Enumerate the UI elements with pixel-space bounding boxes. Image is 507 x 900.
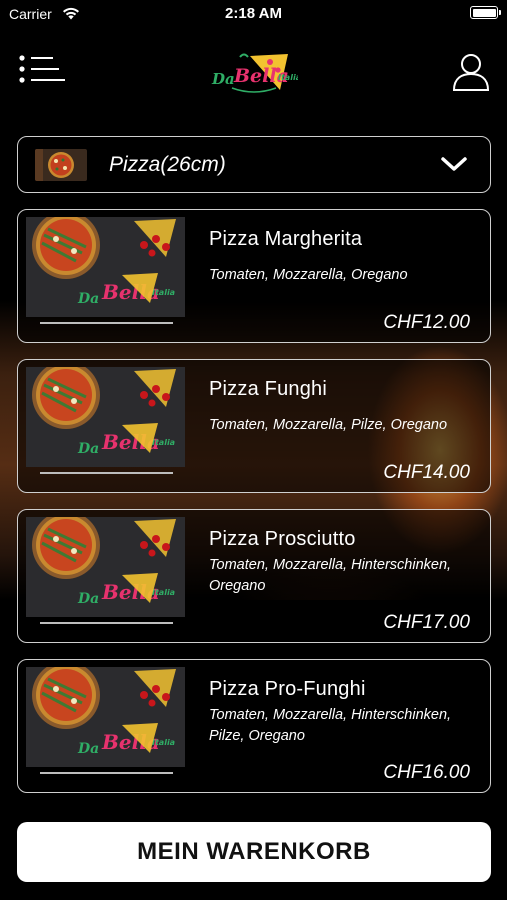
product-card[interactable]: Da Bella Italia Pizza Funghi Tomaten, Mo… bbox=[17, 359, 491, 493]
svg-text:Da: Da bbox=[77, 441, 99, 457]
user-icon[interactable] bbox=[452, 52, 490, 92]
svg-text:Da: Da bbox=[77, 291, 99, 307]
logo-text-italia: Italia bbox=[278, 73, 298, 82]
category-label: Pizza(26cm) bbox=[109, 153, 226, 176]
pizza-thumbnail-image: Da Bella Italia bbox=[26, 217, 185, 317]
product-card[interactable]: Da Bella Italia Pizza Margherita Tomaten… bbox=[17, 209, 491, 343]
product-name: Pizza Prosciutto bbox=[209, 528, 356, 550]
product-image-divider bbox=[40, 472, 173, 474]
svg-text:Da: Da bbox=[77, 741, 99, 757]
product-price: CHF12.00 bbox=[383, 312, 470, 333]
product-image-divider bbox=[40, 622, 173, 624]
cart-button[interactable]: MEIN WARENKORB bbox=[17, 822, 491, 882]
product-description: Tomaten, Mozzarella, Hinterschinken, Pil… bbox=[209, 707, 452, 744]
product-price: CHF14.00 bbox=[383, 462, 470, 483]
category-thumbnail bbox=[35, 149, 87, 181]
product-name: Pizza Funghi bbox=[209, 378, 328, 400]
svg-text:Italia: Italia bbox=[152, 438, 175, 447]
product-card[interactable]: Da Bella Italia Pizza Pro-Funghi Tomaten… bbox=[17, 659, 491, 793]
product-price: CHF17.00 bbox=[383, 612, 470, 633]
clock: 2:18 AM bbox=[225, 5, 282, 22]
svg-text:Italia: Italia bbox=[152, 588, 175, 597]
category-dropdown[interactable]: Pizza(26cm) bbox=[17, 136, 491, 193]
pizza-thumbnail-image: Da Bella Italia bbox=[26, 367, 185, 467]
menu-list-icon[interactable] bbox=[18, 55, 66, 89]
product-image-divider bbox=[40, 322, 173, 324]
product-price: CHF16.00 bbox=[383, 762, 470, 783]
product-description: Tomaten, Mozzarella, Hinterschinken, Ore… bbox=[209, 557, 452, 594]
status-bar: Carrier 2:18 AM bbox=[0, 0, 507, 28]
product-description: Tomaten, Mozzarella, Pilze, Oregano bbox=[209, 417, 448, 433]
product-description: Tomaten, Mozzarella, Oregano bbox=[209, 267, 408, 283]
product-image-divider bbox=[40, 772, 173, 774]
svg-text:Da: Da bbox=[77, 591, 99, 607]
product-name: Pizza Pro-Funghi bbox=[209, 678, 366, 700]
svg-text:Italia: Italia bbox=[152, 738, 175, 747]
pizza-thumbnail-image: Da Bella Italia bbox=[26, 667, 185, 767]
pizza-thumbnail-image: Da Bella Italia bbox=[26, 517, 185, 617]
da-bella-italia-logo: Da Bella Italia bbox=[211, 53, 298, 93]
svg-text:Italia: Italia bbox=[152, 288, 175, 297]
battery-icon bbox=[470, 6, 501, 19]
product-name: Pizza Margherita bbox=[209, 228, 363, 250]
product-card[interactable]: Da Bella Italia Pizza Prosciutto Tomaten… bbox=[17, 509, 491, 643]
chevron-down-icon bbox=[441, 157, 467, 171]
logo-text-da: Da bbox=[211, 70, 235, 88]
